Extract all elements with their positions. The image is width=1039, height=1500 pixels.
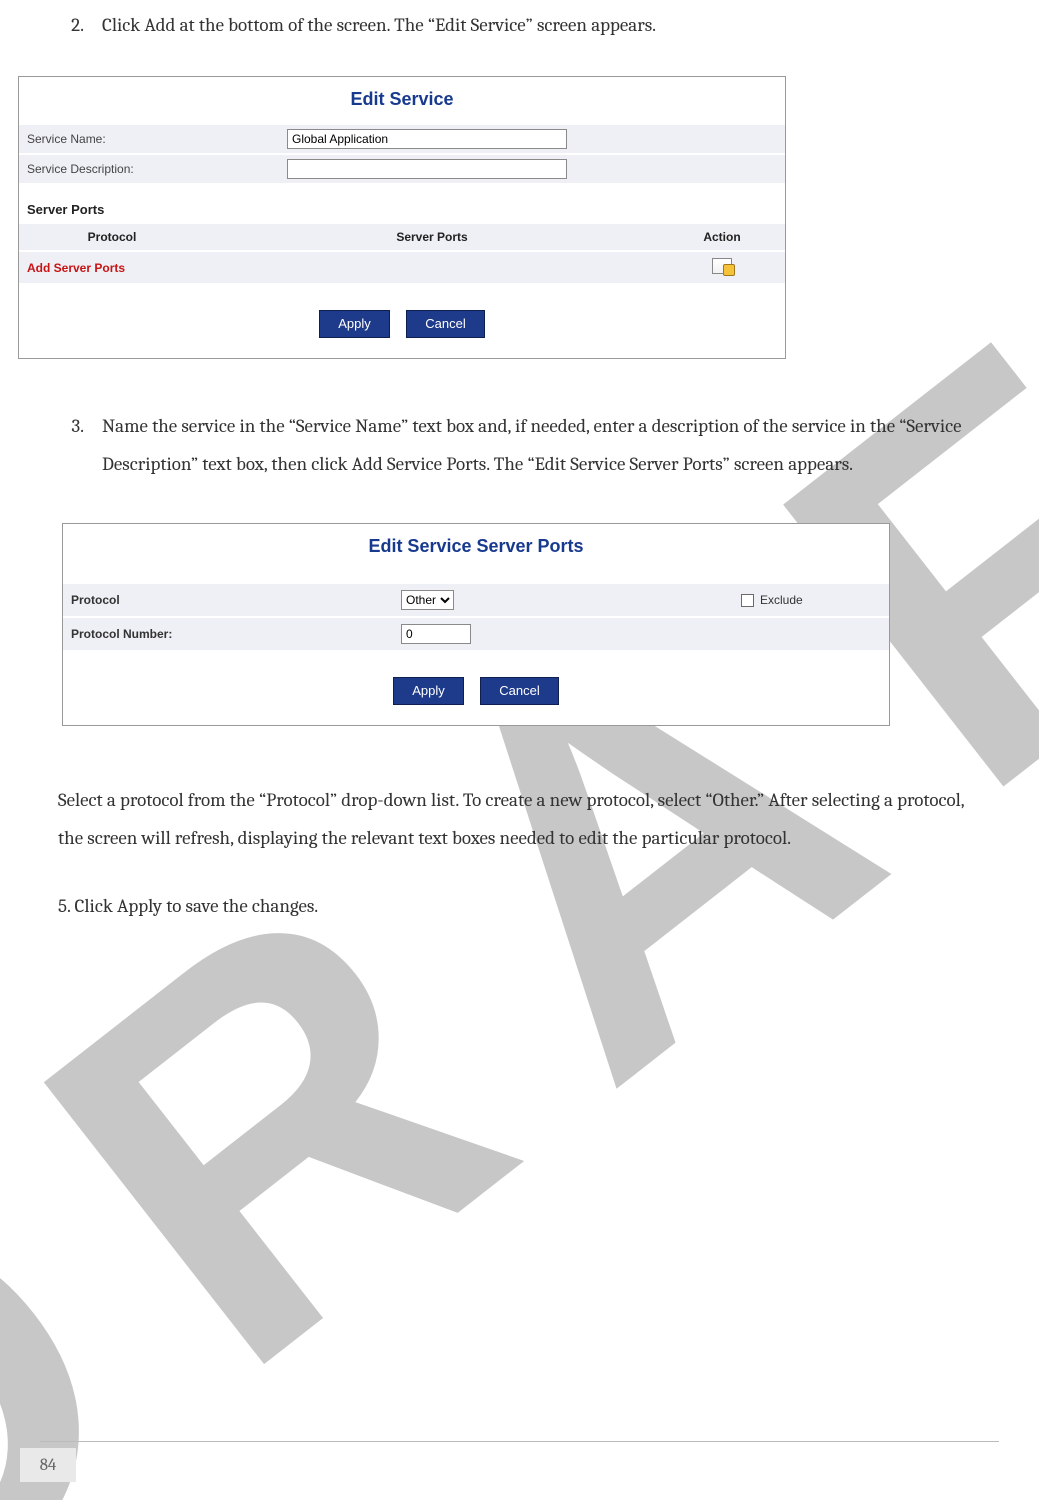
server-ports-button-row: Apply Cancel — [63, 651, 889, 725]
protocol-row: Protocol Other Exclude — [63, 583, 889, 617]
column-protocol: Protocol — [27, 230, 197, 244]
service-name-input[interactable] — [287, 129, 567, 149]
step-2: 2. Click Add at the bottom of the screen… — [58, 6, 981, 44]
server-ports-header-row: Protocol Server Ports Action — [19, 223, 785, 251]
service-name-row: Service Name: — [19, 124, 785, 154]
add-server-ports-row: Add Server Ports — [19, 251, 785, 284]
add-server-ports-link[interactable]: Add Server Ports — [27, 261, 197, 275]
apply-button-2[interactable]: Apply — [393, 677, 464, 705]
service-description-input[interactable] — [287, 159, 567, 179]
column-action: Action — [667, 230, 777, 244]
protocol-select[interactable]: Other — [401, 590, 454, 610]
protocol-paragraph: Select a protocol from the “Protocol” dr… — [58, 781, 981, 857]
add-icon[interactable] — [712, 258, 732, 274]
step-2-number: 2. — [58, 6, 84, 44]
edit-service-title: Edit Service — [19, 77, 785, 124]
step-3: 3. Name the service in the “Service Name… — [58, 407, 981, 483]
footer-rule — [40, 1441, 999, 1442]
edit-service-panel: Edit Service Service Name: Service Descr… — [18, 76, 786, 359]
exclude-label: Exclude — [760, 593, 803, 607]
protocol-number-input[interactable] — [401, 624, 471, 644]
step-3-number: 3. — [58, 407, 84, 483]
edit-service-server-ports-title: Edit Service Server Ports — [63, 524, 889, 571]
cancel-button[interactable]: Cancel — [406, 310, 484, 338]
protocol-number-row: Protocol Number: — [63, 617, 889, 651]
protocol-label: Protocol — [71, 593, 401, 607]
service-description-row: Service Description: — [19, 154, 785, 184]
exclude-checkbox[interactable] — [741, 594, 754, 607]
cancel-button-2[interactable]: Cancel — [480, 677, 558, 705]
step-5: 5. Click Apply to save the changes. — [58, 887, 981, 925]
protocol-number-label: Protocol Number: — [71, 627, 401, 641]
service-description-label: Service Description: — [27, 162, 287, 176]
edit-service-button-row: Apply Cancel — [19, 284, 785, 358]
apply-button[interactable]: Apply — [319, 310, 390, 338]
column-server-ports: Server Ports — [197, 230, 667, 244]
server-ports-heading: Server Ports — [19, 184, 785, 223]
edit-service-server-ports-panel: Edit Service Server Ports Protocol Other… — [62, 523, 890, 726]
page-number: 84 — [20, 1448, 76, 1482]
step-2-text: Click Add at the bottom of the screen. T… — [102, 6, 981, 44]
step-3-text: Name the service in the “Service Name” t… — [102, 407, 981, 483]
service-name-label: Service Name: — [27, 132, 287, 146]
